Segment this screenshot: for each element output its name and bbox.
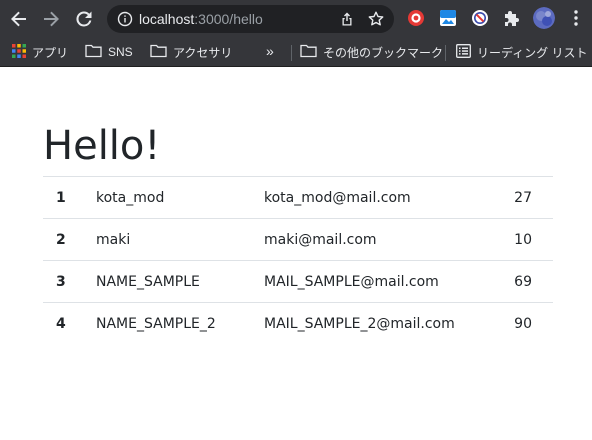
folder-icon [150,44,167,61]
bookmark-label: その他のブックマーク [323,45,444,60]
extensions-puzzle-icon[interactable] [503,9,521,27]
other-bookmarks-folder[interactable]: その他のブックマーク [300,43,443,61]
row-mail: kota_mod@mail.com [264,189,411,206]
more-vertical-icon[interactable] [568,9,584,27]
bookmark-label: リーディング リスト [477,45,588,60]
url-path: :3000/hello [194,11,263,27]
bookmarks-bar: アプリ SNS アクセサリ » その他のブックマーク リーディング リスト [0,37,592,67]
reading-list-button[interactable]: リーディング リスト [456,43,588,61]
row-name: NAME_SAMPLE_2 [96,315,216,332]
table-row: 2 maki maki@mail.com 10 [43,218,553,261]
apps-grid-icon [12,43,26,61]
reload-icon [75,10,93,28]
reload-button[interactable] [73,8,95,30]
extension-1-icon[interactable] [407,9,425,27]
divider [445,45,446,61]
info-icon[interactable] [117,11,133,27]
extension-2-icon[interactable] [439,9,457,27]
page-content: Hello! 1 kota_mod kota_mod@mail.com 27 2 maki… [0,68,592,440]
arrow-right-icon [42,10,60,28]
row-name: kota_mod [96,189,165,206]
forward-button[interactable] [40,8,62,30]
extension-3-icon[interactable] [471,9,489,27]
table-row: 4 NAME_SAMPLE_2 MAIL_SAMPLE_2@mail.com 90 [43,302,553,345]
bookmark-star-icon[interactable] [367,10,385,28]
url-text: localhost:3000/hello [139,11,263,27]
profile-avatar[interactable] [533,7,555,29]
row-age: 90 [514,315,532,332]
reading-list-icon [456,43,471,61]
bookmark-folder-sns[interactable]: SNS [85,43,133,61]
row-id: 2 [56,231,66,248]
bookmark-folder-accessories[interactable]: アクセサリ [150,43,232,61]
table-row: 3 NAME_SAMPLE MAIL_SAMPLE@mail.com 69 [43,260,553,303]
bookmark-apps[interactable]: アプリ [12,43,68,61]
row-mail: maki@mail.com [264,231,377,248]
bookmark-label: アクセサリ [173,45,233,60]
row-mail: MAIL_SAMPLE_2@mail.com [264,315,455,332]
row-age: 27 [514,189,532,206]
row-id: 3 [56,273,66,290]
row-id: 1 [56,189,66,206]
back-button[interactable] [8,8,30,30]
more-bookmarks-button[interactable]: » [266,42,274,60]
share-icon[interactable] [339,11,355,27]
arrow-left-icon [10,10,28,28]
bookmark-label: SNS [108,45,133,59]
browser-toolbar: localhost:3000/hello [0,0,592,37]
bookmark-label: アプリ [32,45,69,60]
row-id: 4 [56,315,66,332]
row-age: 10 [514,231,532,248]
row-name: NAME_SAMPLE [96,273,200,290]
folder-icon [300,44,317,61]
divider [291,45,292,61]
address-bar[interactable]: localhost:3000/hello [107,5,394,33]
folder-icon [85,44,102,61]
table-row: 1 kota_mod kota_mod@mail.com 27 [43,176,553,219]
page-title: Hello! [43,123,161,169]
row-mail: MAIL_SAMPLE@mail.com [264,273,439,290]
users-table: 1 kota_mod kota_mod@mail.com 27 2 maki maki@ma… [43,176,553,345]
row-age: 69 [514,273,532,290]
url-host: localhost [139,11,195,27]
row-name: maki [96,231,131,248]
